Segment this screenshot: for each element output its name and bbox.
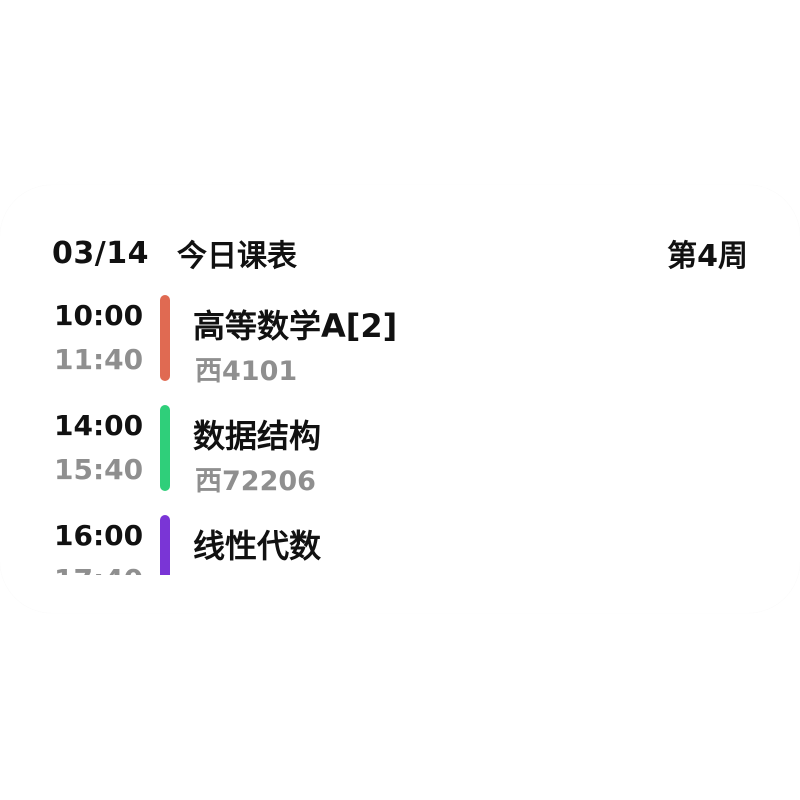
- course-list[interactable]: 10:00 11:40 高等数学A[2] 西4101 14:00 15:40 数…: [0, 293, 800, 575]
- end-time: 11:40: [54, 343, 144, 376]
- course-name: 线性代数: [193, 527, 322, 565]
- course-room: 西72206: [195, 466, 316, 497]
- start-time: 10:00: [54, 299, 144, 332]
- course-room: 西4101: [195, 356, 298, 387]
- week-label: 第4周: [667, 239, 748, 274]
- end-time: 15:40: [54, 453, 144, 486]
- widget-title: 今日课表: [176, 239, 297, 274]
- course-item[interactable]: 10:00 11:40 高等数学A[2] 西4101: [0, 293, 800, 387]
- start-time: 16:00: [54, 519, 144, 552]
- course-color-bar: [160, 295, 170, 381]
- course-color-bar: [160, 405, 170, 491]
- course-item[interactable]: 14:00 15:40 数据结构 西72206: [0, 403, 800, 497]
- course-name: 高等数学A[2]: [193, 307, 398, 345]
- course-item[interactable]: 16:00 17:40 线性代数: [0, 513, 800, 575]
- course-name: 数据结构: [193, 417, 322, 455]
- course-color-bar: [160, 515, 170, 575]
- widget-header: 03/14 今日课表 第4周: [52, 233, 748, 275]
- schedule-widget[interactable]: 03/14 今日课表 第4周 10:00 11:40 高等数学A[2] 西410…: [0, 185, 800, 613]
- start-time: 14:00: [54, 409, 144, 442]
- date-label: 03/14: [52, 235, 149, 271]
- end-time: 17:40: [54, 563, 143, 575]
